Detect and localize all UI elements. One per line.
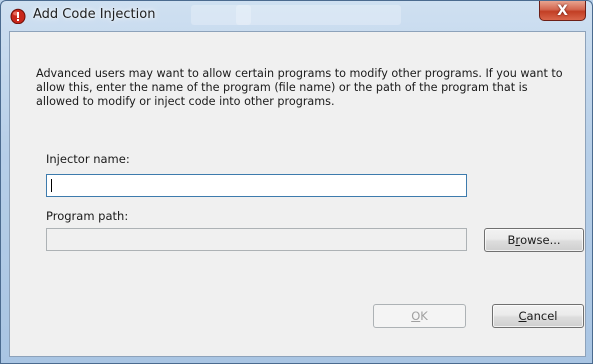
- browse-label-part: B: [507, 233, 516, 247]
- dialog-window: Add Code Injection X Advanced users may …: [0, 0, 593, 364]
- cancel-label-rest: ancel: [526, 309, 558, 323]
- browse-label-rest: owse...: [520, 233, 561, 247]
- background-blur-2: [236, 5, 401, 25]
- dialog-body: Advanced users may want to allow certain…: [9, 31, 586, 357]
- close-icon: X: [557, 2, 568, 19]
- cancel-button[interactable]: Cancel: [492, 304, 584, 328]
- shield-app-icon: [10, 8, 26, 25]
- close-button[interactable]: X: [539, 1, 586, 21]
- text-caret: [51, 179, 52, 192]
- description-text: Advanced users may want to allow certain…: [36, 67, 563, 108]
- title-bar[interactable]: Add Code Injection X: [1, 1, 592, 29]
- injector-name-label: Injector name:: [46, 152, 130, 166]
- ok-button[interactable]: OK: [373, 304, 466, 328]
- program-path-input[interactable]: [46, 228, 467, 251]
- cancel-mnemonic: C: [518, 309, 527, 323]
- program-path-label: Program path:: [46, 209, 129, 223]
- browse-button[interactable]: Br owse...: [484, 228, 584, 252]
- ok-mnemonic: O: [411, 309, 421, 323]
- injector-name-input[interactable]: [46, 174, 467, 197]
- window-title: Add Code Injection: [33, 7, 156, 22]
- ok-label-rest: K: [420, 309, 428, 323]
